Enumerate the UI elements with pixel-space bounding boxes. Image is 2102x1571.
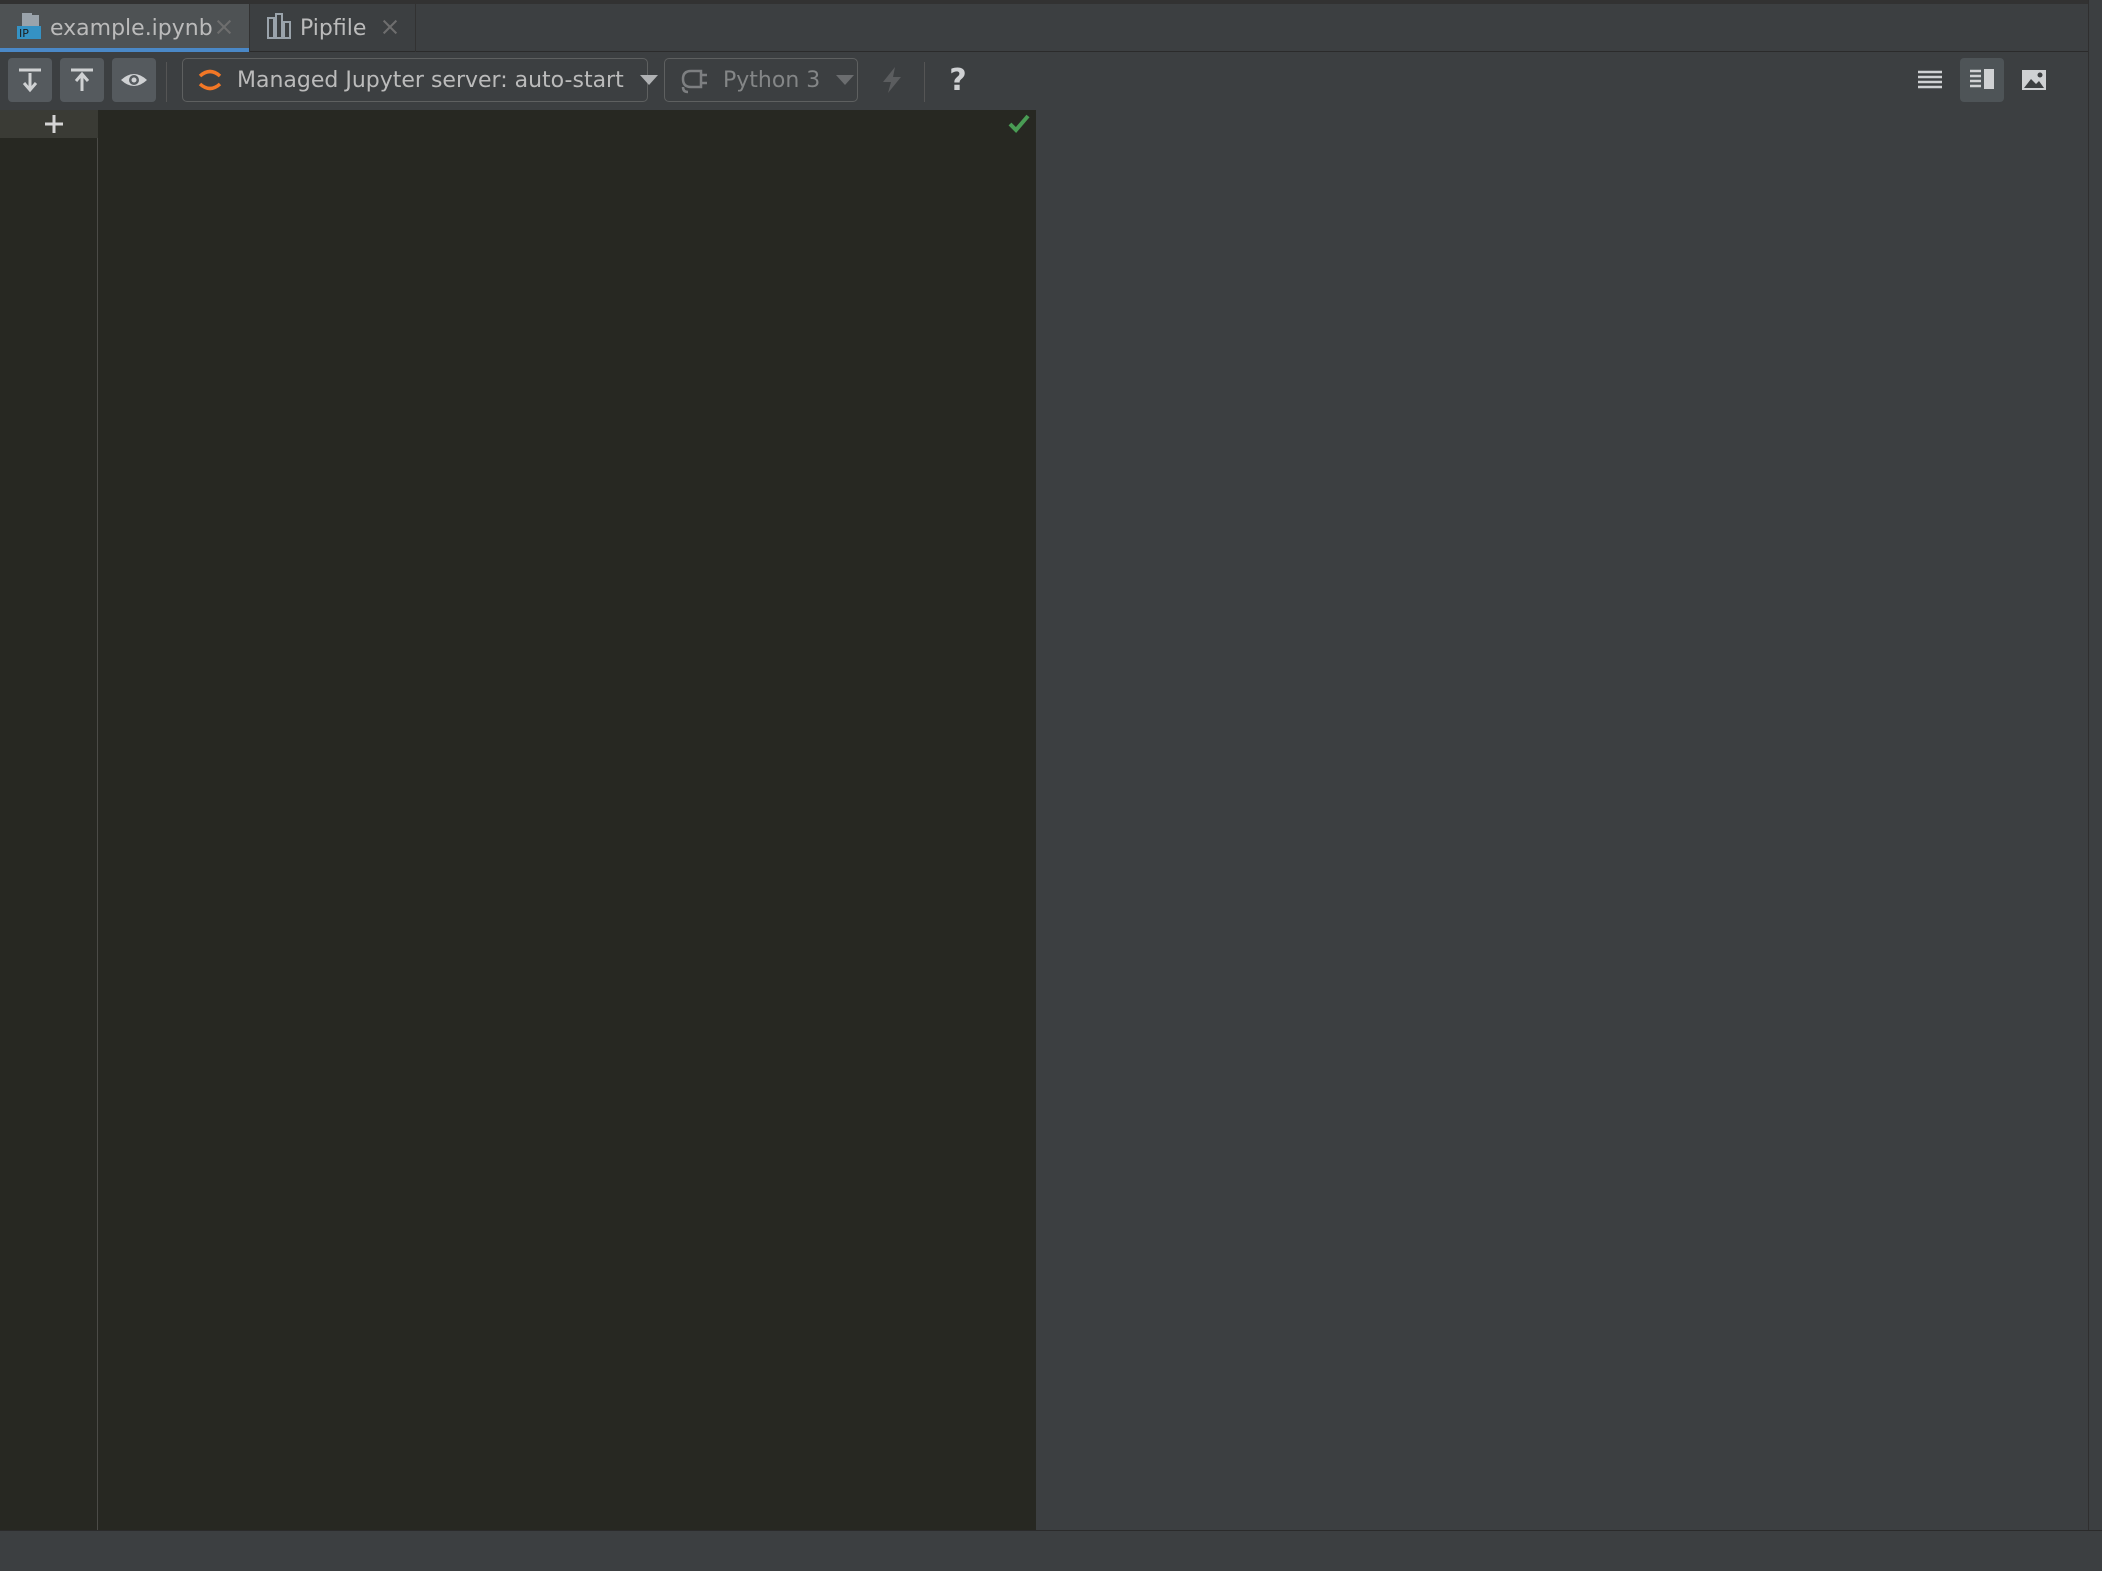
lightning-icon [883, 67, 901, 93]
tab-example-ipynb[interactable]: IP example.ipynb [0, 4, 250, 53]
editor-gutter [0, 110, 107, 1530]
ipynb-file-icon: IP [16, 12, 42, 44]
code-editor[interactable] [98, 110, 1036, 1530]
notebook-toolbar: Managed Jupyter server: auto-start Pytho… [0, 52, 2088, 110]
toolbar-separator [166, 62, 167, 102]
inspection-ok-icon [1006, 110, 1032, 140]
help-button[interactable]: ? [936, 58, 980, 102]
jupyter-server-selector[interactable]: Managed Jupyter server: auto-start [182, 58, 658, 102]
pipfile-icon [266, 12, 292, 44]
kernel-label: Python 3 [723, 67, 821, 93]
tab-label: Pipfile [300, 15, 367, 41]
notebook-preview-pane [1036, 110, 2088, 1530]
status-bar [0, 1530, 2102, 1571]
run-cell-icon [19, 68, 41, 93]
editor-only-view-button[interactable] [1908, 58, 1952, 102]
close-icon[interactable] [379, 16, 401, 38]
toolbar-separator [924, 62, 925, 102]
preview-only-view-button[interactable] [2012, 58, 2056, 102]
run-all-above-icon [71, 68, 93, 91]
svg-text:IP: IP [19, 27, 29, 40]
run-cell-button[interactable] [8, 58, 52, 102]
plus-icon [44, 115, 63, 133]
add-cell-button[interactable] [0, 110, 107, 138]
server-label: Managed Jupyter server: auto-start [237, 67, 624, 93]
chevron-down-icon [836, 75, 855, 85]
kernel-plug-icon [679, 65, 709, 95]
image-icon [2022, 70, 2046, 90]
lines-icon [1918, 70, 1942, 89]
chevron-down-icon [639, 75, 658, 85]
tab-pipfile[interactable]: Pipfile [250, 4, 416, 52]
help-icon: ? [949, 62, 967, 98]
run-all-button[interactable] [60, 58, 104, 102]
eye-icon [121, 74, 147, 86]
preview-button[interactable] [112, 58, 156, 102]
right-tool-strip [2088, 0, 2102, 1530]
jupyter-icon [195, 65, 225, 95]
tab-label: example.ipynb [50, 15, 213, 41]
interrupt-kernel-button[interactable] [870, 58, 914, 102]
split-view-button[interactable] [1960, 58, 2004, 102]
kernel-selector[interactable]: Python 3 [664, 58, 858, 102]
split-view-icon [1970, 69, 1994, 89]
close-icon[interactable] [213, 16, 235, 38]
editor-tab-bar: IP example.ipynb Pipfile [0, 0, 2088, 53]
